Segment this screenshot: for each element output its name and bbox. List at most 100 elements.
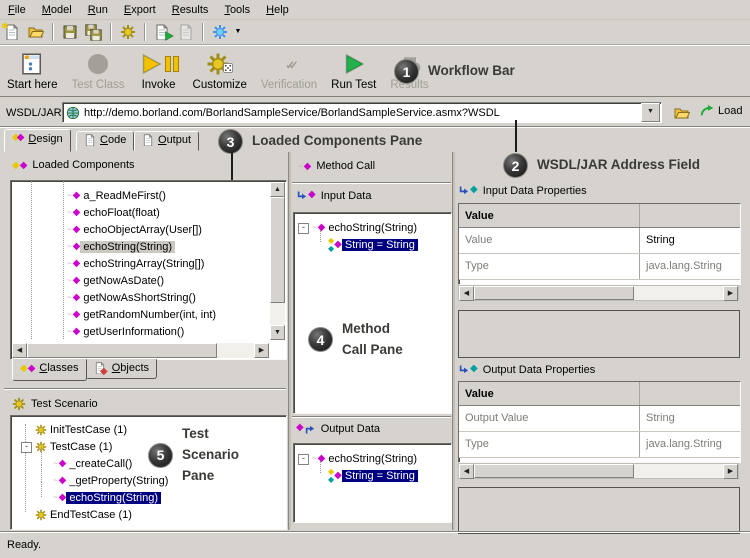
horizontal-scrollbar[interactable]: ◀ ▶ <box>458 285 739 301</box>
tree-guide <box>41 464 42 480</box>
tree-item[interactable]: EndTestCase (1) <box>11 506 284 523</box>
tab-objects[interactable]: ◆ Objects <box>86 359 157 379</box>
tree-item-selected[interactable]: ~◆echoString(String) <box>11 489 284 506</box>
vertical-scrollbar[interactable]: ▲ ▼ <box>270 182 285 340</box>
tree-item[interactable]: ~◆a_ReadMeFirst() <box>11 187 269 204</box>
method-icon: ◆ <box>59 476 67 486</box>
collapse-expander[interactable]: - <box>298 223 309 234</box>
tree-item[interactable]: ~◆_createCall() <box>11 455 284 472</box>
tab-output[interactable]: Output <box>134 131 199 151</box>
collapse-expander[interactable]: - <box>21 442 32 453</box>
collapse-expander[interactable]: - <box>298 454 309 465</box>
tree-item-selected[interactable]: ◆◆◆String = String <box>294 236 449 253</box>
scroll-right-button[interactable]: ▶ <box>723 464 738 479</box>
tab-design[interactable]: ◆◆ Design <box>4 129 71 152</box>
horizontal-scrollbar[interactable]: ◀ ▶ <box>458 463 739 479</box>
workflow-run-test-button[interactable]: Run Test <box>324 50 383 91</box>
wsdl-address-combobox[interactable]: http://demo.borland.com/BorlandSampleSer… <box>62 102 662 123</box>
menu-help[interactable]: Help <box>258 2 297 18</box>
input-arrow-icon <box>296 190 308 202</box>
app-window: File Model Run Export Results Tools Help… <box>0 0 750 558</box>
tree-item[interactable]: ~◆getRandomNumber(int, int) <box>11 306 269 323</box>
results-report-button[interactable] <box>174 21 198 43</box>
property-value[interactable]: java.lang.String <box>640 432 740 457</box>
tree-item[interactable]: -TestCase (1) <box>11 438 284 455</box>
scroll-left-button[interactable]: ◀ <box>459 286 474 301</box>
menu-tools[interactable]: Tools <box>216 2 258 18</box>
property-name: Value <box>459 228 640 253</box>
menu-file[interactable]: File <box>0 2 34 18</box>
save-all-button[interactable] <box>82 21 106 43</box>
run-tool-button[interactable] <box>208 21 232 43</box>
wsdl-dropdown-button[interactable]: ▼ <box>641 103 660 122</box>
classes-tab-icon: ◆ <box>20 363 28 374</box>
tab-code[interactable]: Code <box>76 131 134 151</box>
results-binoculars-icon <box>398 52 422 76</box>
chevron-down-icon: ▼ <box>647 108 654 115</box>
tree-item[interactable]: -~◆echoString(String) <box>294 450 449 467</box>
method-icon: ◆ <box>73 259 81 269</box>
annotation-wsdl-address-field: 2 WSDL/JAR Address Field <box>503 153 700 178</box>
tree-item[interactable]: ~◆getNowAsDate() <box>11 272 269 289</box>
open-button[interactable] <box>24 21 48 43</box>
wsdl-address-bar: WSDL/JAR: http://demo.borland.com/Borlan… <box>0 99 750 127</box>
chevron-down-icon: ▼ <box>235 28 242 35</box>
workflow-customize-button[interactable]: Customize <box>186 50 254 91</box>
scrollbar-thumb[interactable] <box>270 197 285 303</box>
tree-item[interactable]: ~◆echoStringArray(String[]) <box>11 255 269 272</box>
tree-guide <box>41 447 42 463</box>
output-data-header: ◆ Output Data <box>296 423 380 435</box>
output-data-tree: -~◆echoString(String) ◆◆◆String = String <box>293 443 452 523</box>
tree-item[interactable]: ~◆echoObjectArray(User[]) <box>11 221 269 238</box>
tree-item[interactable]: -~◆echoString(String) <box>294 219 449 236</box>
property-value[interactable]: String <box>640 228 740 253</box>
pane-splitter[interactable] <box>288 152 291 530</box>
browse-wsdl-button[interactable] <box>670 102 694 124</box>
menu-model[interactable]: Model <box>34 2 80 18</box>
pane-splitter[interactable] <box>452 152 455 530</box>
menu-run[interactable]: Run <box>80 2 116 18</box>
tree-item-selected[interactable]: ◆◆◆String = String <box>294 467 449 484</box>
export-run-button[interactable] <box>150 21 174 43</box>
new-button[interactable]: ✱ <box>0 21 24 43</box>
scroll-up-button[interactable]: ▲ <box>270 182 285 197</box>
scrollbar-thumb[interactable] <box>27 343 217 358</box>
tree-guide <box>320 230 321 242</box>
scroll-down-button[interactable]: ▼ <box>270 325 285 340</box>
method-icon: ◆ <box>73 293 81 303</box>
table-row: Typejava.lang.String <box>459 254 740 280</box>
save-button[interactable] <box>58 21 82 43</box>
load-button[interactable]: Load <box>700 104 742 118</box>
scroll-right-button[interactable]: ▶ <box>254 343 269 358</box>
settings-button[interactable] <box>116 21 140 43</box>
menu-export[interactable]: Export <box>116 2 164 18</box>
tree-guide <box>41 481 42 497</box>
wsdl-label: WSDL/JAR: <box>6 107 65 119</box>
tree-item[interactable]: ~◆getUserInformation() <box>11 323 269 340</box>
workflow-invoke-button[interactable]: Invoke <box>132 50 186 91</box>
annotation-4-badge: 4 <box>308 327 333 352</box>
tree-item[interactable]: ~◆echoFloat(float) <box>11 204 269 221</box>
code-tab-icon <box>84 134 96 146</box>
scroll-left-button[interactable]: ◀ <box>12 343 27 358</box>
horizontal-scrollbar[interactable]: ◀ ▶ <box>12 343 269 358</box>
property-value[interactable]: java.lang.String <box>640 254 740 279</box>
property-value[interactable]: String <box>640 406 740 431</box>
tree-item[interactable]: ~◆_getProperty(String) <box>11 472 284 489</box>
tree-item[interactable]: ~◆getNowAsShortString() <box>11 289 269 306</box>
annotation-2-badge: 2 <box>503 153 528 178</box>
wsdl-url-text[interactable]: http://demo.borland.com/BorlandSampleSer… <box>84 107 641 119</box>
param-icon-3: ◆ <box>334 240 342 250</box>
tree-item-selected[interactable]: ~◆echoString(String) <box>11 238 269 255</box>
scroll-right-button[interactable]: ▶ <box>723 286 738 301</box>
save-all-icon-2 <box>89 28 103 42</box>
tree-item[interactable]: InitTestCase (1) <box>11 421 284 438</box>
tab-classes[interactable]: ◆◆ Classes <box>12 359 87 381</box>
menu-results[interactable]: Results <box>164 2 217 18</box>
scrollbar-thumb[interactable] <box>474 286 634 300</box>
workflow-start-here-button[interactable]: Start here <box>0 50 65 91</box>
run-tool-dropdown[interactable]: ▼ <box>232 21 244 43</box>
method-icon: ◆ <box>73 310 81 320</box>
scroll-left-button[interactable]: ◀ <box>459 464 474 479</box>
scrollbar-thumb[interactable] <box>474 464 634 478</box>
